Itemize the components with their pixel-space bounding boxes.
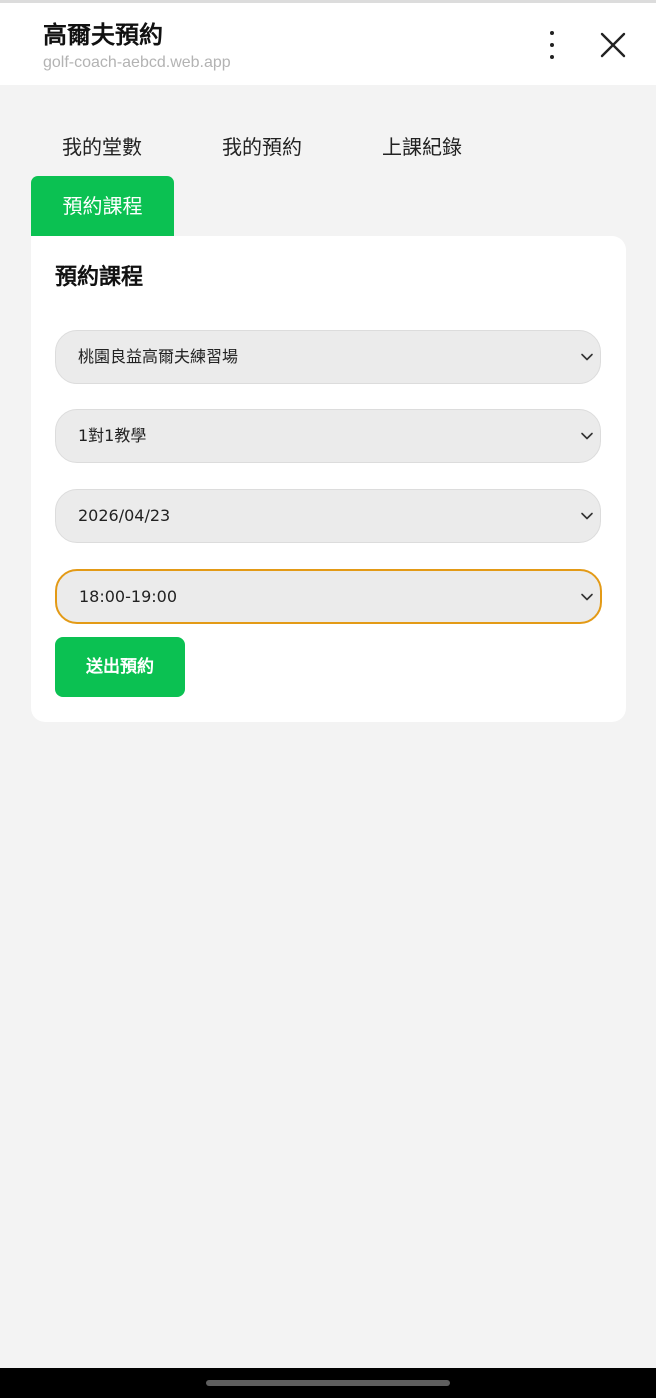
submit-booking-button[interactable]: 送出預約 — [55, 637, 185, 697]
tab-lesson-records[interactable]: 上課紀錄 — [382, 130, 462, 164]
app-url: golf-coach-aebcd.web.app — [43, 54, 231, 71]
time-slot-select[interactable]: 18:00-19:00 — [55, 569, 602, 624]
tab-my-lessons[interactable]: 我的堂數 — [62, 130, 142, 164]
tab-my-bookings[interactable]: 我的預約 — [222, 130, 302, 164]
tab-book-lesson[interactable]: 預約課程 — [31, 176, 174, 236]
chevron-down-icon — [581, 432, 593, 440]
more-options-icon[interactable] — [536, 27, 568, 63]
chevron-down-icon — [581, 353, 593, 361]
time-slot-value: 18:00-19:00 — [79, 587, 177, 606]
date-value: 2026/04/23 — [78, 506, 171, 525]
close-icon[interactable] — [596, 28, 630, 62]
venue-select[interactable]: 桃園良益高爾夫練習場 — [55, 330, 601, 384]
system-navigation-bar — [0, 1368, 656, 1398]
date-select[interactable]: 2026/04/23 — [55, 489, 601, 543]
app-title: 高爾夫預約 — [43, 21, 163, 49]
venue-value: 桃園良益高爾夫練習場 — [78, 347, 239, 366]
home-indicator[interactable] — [206, 1380, 450, 1386]
chevron-down-icon — [581, 512, 593, 520]
booking-card: 預約課程 桃園良益高爾夫練習場 1對1教學 2026/04/23 18:00-1… — [31, 236, 626, 722]
lesson-type-value: 1對1教學 — [78, 426, 147, 445]
lesson-type-select[interactable]: 1對1教學 — [55, 409, 601, 463]
booking-title: 預約課程 — [55, 265, 144, 290]
app-header: 高爾夫預約 golf-coach-aebcd.web.app — [0, 3, 656, 85]
chevron-down-icon — [581, 593, 593, 601]
